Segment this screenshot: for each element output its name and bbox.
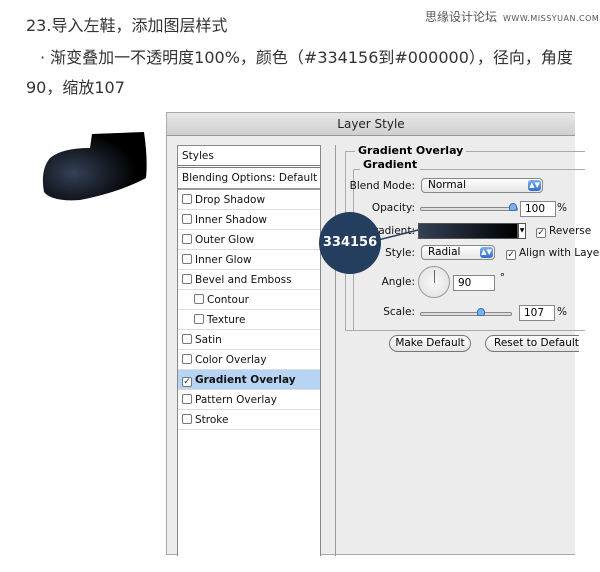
section-title: Gradient Overlay <box>355 144 467 157</box>
group-title: Gradient <box>360 158 421 171</box>
checkbox-icon[interactable] <box>182 394 192 404</box>
style-value: Radial <box>428 246 461 258</box>
style-item-label: Texture <box>207 314 246 326</box>
watermark-text: 思缘设计论坛 <box>425 10 498 24</box>
style-item-color-overlay[interactable]: Color Overlay <box>178 350 320 370</box>
style-item-stroke[interactable]: Stroke <box>178 410 320 430</box>
shoe-preview-image <box>42 132 147 201</box>
style-item-label: Inner Shadow <box>195 214 267 226</box>
opacity-input[interactable]: 100 <box>520 201 556 217</box>
layer-style-dialog: Layer Style Styles Blending Options: Def… <box>166 112 600 556</box>
style-item-pattern-overlay[interactable]: Pattern Overlay <box>178 390 320 410</box>
opacity-slider-knob[interactable] <box>509 203 517 211</box>
style-item-label: Gradient Overlay <box>195 374 296 386</box>
checkbox-icon[interactable] <box>182 194 192 204</box>
checkbox-icon[interactable] <box>182 334 192 344</box>
styles-list: Styles Blending Options: Default Drop Sh… <box>177 145 321 556</box>
angle-label: Angle: <box>381 276 415 288</box>
checkbox-icon[interactable] <box>182 274 192 284</box>
style-item-inner-glow[interactable]: Inner Glow <box>178 250 320 270</box>
style-item-label: Pattern Overlay <box>195 394 277 406</box>
style-item-inner-shadow[interactable]: Inner Shadow <box>178 210 320 230</box>
style-item-label: Satin <box>195 334 222 346</box>
checkbox-icon[interactable] <box>194 294 204 304</box>
style-item-texture[interactable]: Texture <box>178 310 320 330</box>
align-with-layer-checkbox[interactable]: ✓ Align with Layer <box>506 247 600 260</box>
percent-sign: % <box>557 202 567 214</box>
style-item-gradient-overlay[interactable]: ✓ Gradient Overlay <box>178 370 320 390</box>
checkbox-icon[interactable] <box>182 234 192 244</box>
styles-header[interactable]: Styles <box>178 146 320 168</box>
checkbox-checked-icon[interactable]: ✓ <box>536 228 546 238</box>
article-instruction: · 渐变叠加一不透明度100%，颜色（#334156到#000000），径向，角… <box>40 48 573 67</box>
style-item-label: Drop Shadow <box>195 194 266 206</box>
style-item-bevel-and-emboss[interactable]: Bevel and Emboss <box>178 270 320 290</box>
style-item-contour[interactable]: Contour <box>178 290 320 310</box>
gradient-dropdown-arrow-icon[interactable]: ▼ <box>518 223 526 239</box>
scale-slider-knob[interactable] <box>477 308 485 316</box>
style-item-label: Contour <box>207 294 249 306</box>
checkbox-icon[interactable] <box>182 354 192 364</box>
scale-slider[interactable] <box>420 312 512 316</box>
angle-dial[interactable] <box>418 266 450 298</box>
style-item-label: Inner Glow <box>195 254 252 266</box>
style-item-outer-glow[interactable]: Outer Glow <box>178 230 320 250</box>
updown-arrow-icon: ▲▼ <box>528 180 541 191</box>
blend-mode-select[interactable]: Normal ▲▼ <box>421 178 543 193</box>
scale-input[interactable]: 107 <box>519 305 555 321</box>
reverse-checkbox[interactable]: ✓ Reverse <box>536 225 591 238</box>
article-heading: 23.导入左鞋，添加图层样式 <box>26 16 228 35</box>
reverse-label: Reverse <box>549 225 592 237</box>
opacity-slider[interactable] <box>420 207 518 211</box>
scale-label: Scale: <box>383 306 415 318</box>
blend-mode-value: Normal <box>428 179 466 191</box>
style-item-label: Stroke <box>195 414 229 426</box>
style-item-label: Color Overlay <box>195 354 267 366</box>
color-callout: 334156 <box>319 212 381 274</box>
checkbox-icon[interactable] <box>194 314 204 324</box>
checkbox-icon[interactable] <box>182 414 192 424</box>
style-item-drop-shadow[interactable]: Drop Shadow <box>178 190 320 210</box>
dialog-title: Layer Style <box>167 113 575 136</box>
reset-to-default-button[interactable]: Reset to Default <box>485 335 579 352</box>
blending-options[interactable]: Blending Options: Default <box>178 168 320 190</box>
degree-sign: ° <box>499 272 505 284</box>
make-default-button[interactable]: Make Default <box>389 335 471 352</box>
style-item-label: Bevel and Emboss <box>195 274 292 286</box>
checkbox-checked-icon[interactable]: ✓ <box>182 377 192 387</box>
checkbox-icon[interactable] <box>182 214 192 224</box>
style-select[interactable]: Radial ▲▼ <box>421 245 495 260</box>
updown-arrow-icon: ▲▼ <box>480 247 493 258</box>
checkbox-icon[interactable] <box>182 254 192 264</box>
checkbox-checked-icon[interactable]: ✓ <box>506 250 516 260</box>
angle-input[interactable]: 90 <box>453 275 495 291</box>
gradient-picker[interactable] <box>418 223 518 239</box>
align-label: Align with Layer <box>519 247 600 259</box>
style-item-satin[interactable]: Satin <box>178 330 320 350</box>
style-item-label: Outer Glow <box>195 234 255 246</box>
divider <box>335 145 336 556</box>
article-instruction-cont: 90，缩放107 <box>26 78 125 97</box>
blend-mode-label: Blend Mode: <box>349 180 415 192</box>
percent-sign: % <box>557 306 567 318</box>
watermark: 思缘设计论坛 WWW.MISSYUAN.COM <box>425 8 599 25</box>
watermark-url: WWW.MISSYUAN.COM <box>503 14 600 23</box>
